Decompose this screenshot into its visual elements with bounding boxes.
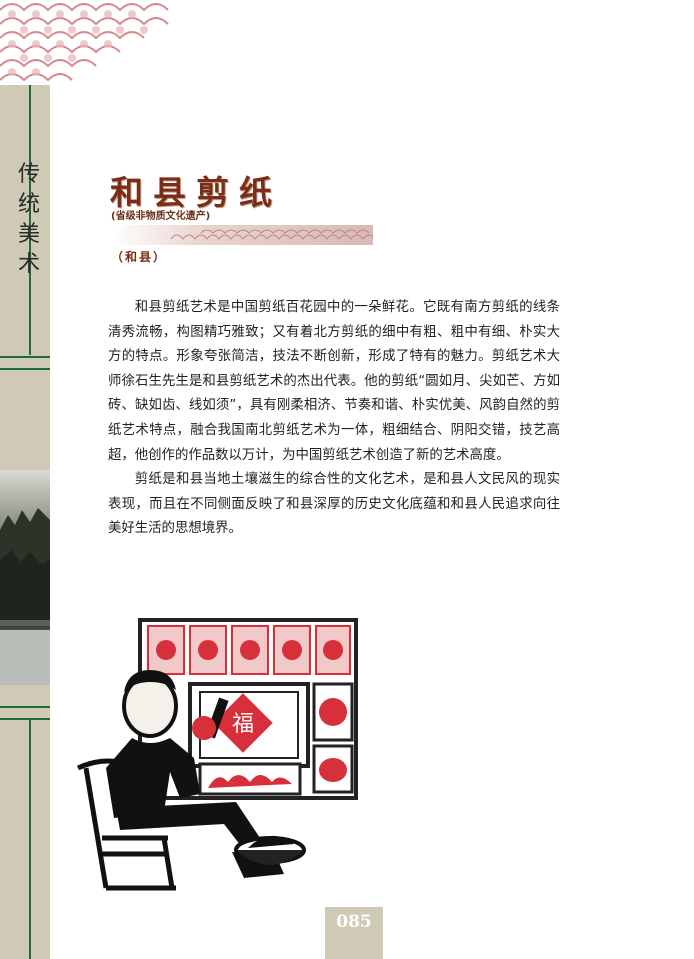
paragraph: 剪纸是和县当地土壤滋生的综合性的文化艺术，是和县人文民风的现实表现，而且在不同侧… bbox=[108, 472, 560, 537]
sidebar-char: 美 bbox=[17, 222, 40, 247]
sidebar-rule bbox=[0, 368, 50, 370]
sidebar-divider-line bbox=[29, 720, 31, 959]
page-number: 085 bbox=[336, 912, 372, 932]
sidebar-rule bbox=[0, 718, 50, 720]
sidebar-char: 统 bbox=[17, 192, 40, 217]
sidebar-char: 传 bbox=[17, 162, 40, 187]
sidebar-category-title: 传 统 美 术 bbox=[14, 160, 44, 280]
paragraph: 和县剪纸艺术是中国剪纸百花园中的一朵鲜花。它既有南方剪纸的线条清秀流畅，构图精巧… bbox=[108, 300, 560, 463]
heritage-subtitle: (省级非物质文化遗产) bbox=[111, 211, 211, 222]
sidebar-rule bbox=[0, 706, 50, 708]
papercut-artist-illustration: 福 bbox=[72, 618, 362, 900]
sidebar-rule bbox=[0, 356, 50, 358]
corner-wave-pattern bbox=[0, 0, 185, 95]
svg-text:福: 福 bbox=[232, 712, 254, 737]
article-body: 和县剪纸艺术是中国剪纸百花园中的一朵鲜花。它既有南方剪纸的线条清秀流畅，构图精巧… bbox=[108, 296, 560, 542]
decorative-pattern-strip bbox=[111, 225, 373, 245]
landscape-photo bbox=[0, 470, 50, 685]
sidebar-char: 术 bbox=[17, 252, 40, 277]
location-label: （和县） bbox=[111, 250, 168, 264]
